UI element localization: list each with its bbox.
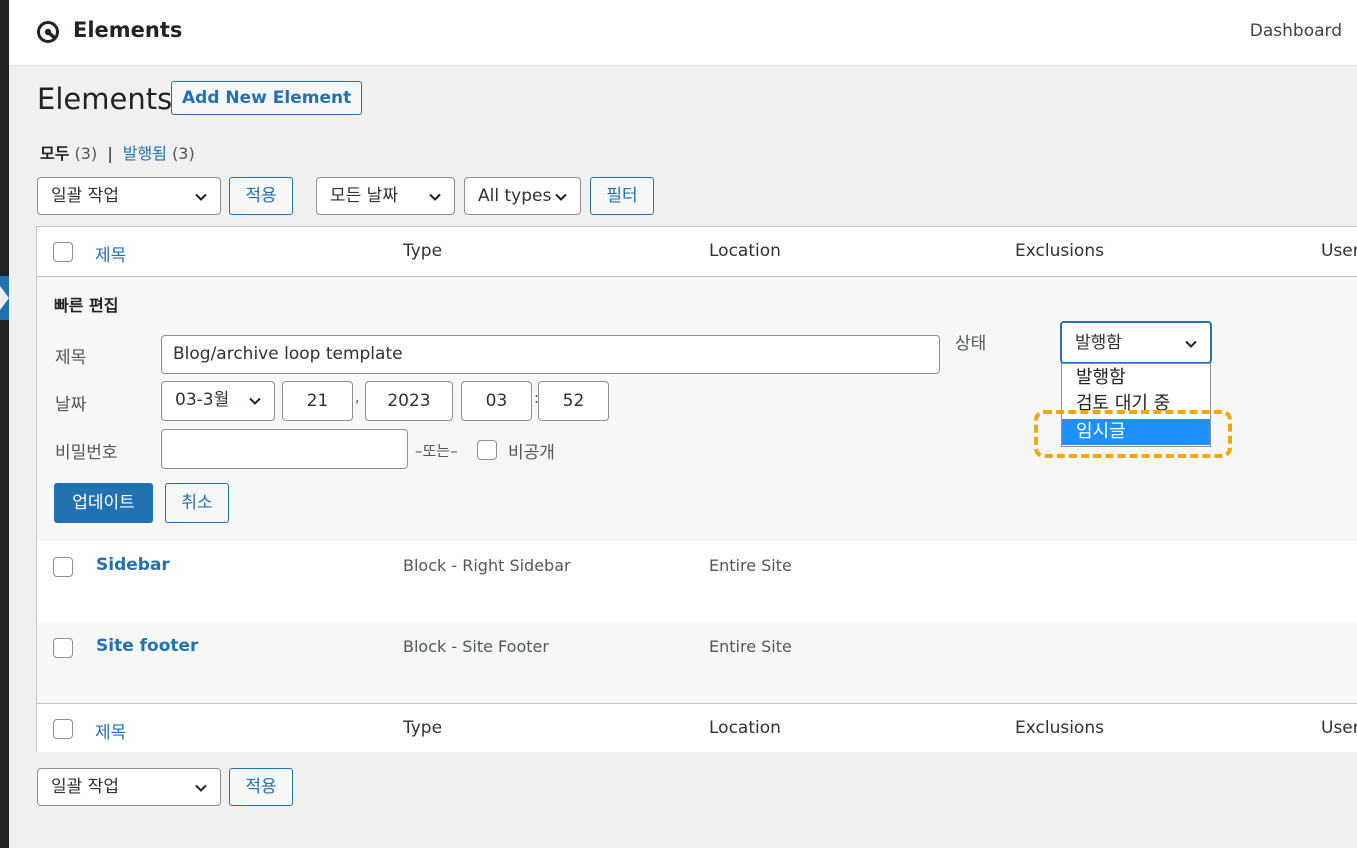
type-filter-select[interactable]: All types xyxy=(464,177,581,215)
row-checkbox[interactable] xyxy=(53,638,73,658)
app-title: Elements xyxy=(73,18,183,42)
title-label: 제목 xyxy=(55,348,87,368)
title-input[interactable]: Blog/archive loop template xyxy=(161,335,940,374)
row-checkbox[interactable] xyxy=(53,557,73,577)
page-title: Elements xyxy=(37,82,173,116)
chevron-down-icon xyxy=(429,193,441,201)
password-label: 비밀번호 xyxy=(55,443,118,463)
bulk-action-value-bottom: 일괄 작업 xyxy=(51,777,119,797)
hour-input[interactable]: 03 xyxy=(461,381,532,421)
filter-all-link[interactable]: 모두 xyxy=(40,144,69,163)
status-value: 발행함 xyxy=(1075,333,1122,353)
row-title-link[interactable]: Site footer xyxy=(96,636,198,656)
table-header: 제목 Type Location Exclusions Users xyxy=(37,227,1357,276)
row-type: Block - Right Sidebar xyxy=(403,556,571,575)
chevron-down-icon xyxy=(195,193,207,201)
status-label: 상태 xyxy=(955,334,987,354)
date-comma: , xyxy=(355,390,360,406)
bulk-action-select-bottom[interactable]: 일괄 작업 xyxy=(37,768,221,806)
generatepress-logo-icon xyxy=(37,21,59,43)
minute-input[interactable]: 52 xyxy=(538,381,609,421)
select-all-checkbox[interactable] xyxy=(53,242,73,262)
column-type: Type xyxy=(403,241,443,261)
select-all-checkbox-footer[interactable] xyxy=(53,719,73,739)
row-location: Entire Site xyxy=(709,556,792,575)
column-title-footer[interactable]: 제목 xyxy=(95,718,126,743)
chevron-down-icon xyxy=(195,784,207,792)
filter-separator: | xyxy=(107,144,113,163)
date-label: 날짜 xyxy=(55,395,87,415)
update-button[interactable]: 업데이트 xyxy=(54,483,153,523)
chevron-down-icon xyxy=(249,397,261,405)
bulk-action-value: 일괄 작업 xyxy=(51,186,119,206)
year-input[interactable]: 2023 xyxy=(365,381,453,421)
month-select[interactable]: 03-3월 xyxy=(161,381,275,421)
status-select[interactable]: 발행함 xyxy=(1060,321,1212,364)
row-type: Block - Site Footer xyxy=(403,637,549,656)
column-type-footer: Type xyxy=(403,718,443,738)
table-row: Site footer Block - Site Footer Entire S… xyxy=(37,622,1357,703)
filter-button[interactable]: 필터 xyxy=(590,177,654,215)
type-filter-value: All types xyxy=(478,186,552,206)
or-text: –또는– xyxy=(415,442,458,460)
bulk-action-select[interactable]: 일괄 작업 xyxy=(37,177,221,215)
elements-table: 제목 Type Location Exclusions Users 빠른 편집 … xyxy=(36,226,1357,752)
table-row: Sidebar Block - Right Sidebar Entire Sit… xyxy=(37,541,1357,622)
private-checkbox[interactable] xyxy=(477,440,497,460)
dashboard-link[interactable]: Dashboard xyxy=(1250,21,1342,41)
row-location: Entire Site xyxy=(709,637,792,656)
column-exclusions-footer: Exclusions xyxy=(1015,718,1104,738)
status-option-published[interactable]: 발행함 xyxy=(1062,365,1210,391)
column-users-footer: Users xyxy=(1321,718,1357,738)
row-title-link[interactable]: Sidebar xyxy=(96,555,170,575)
admin-menu-strip xyxy=(0,0,9,848)
quick-edit-heading: 빠른 편집 xyxy=(54,296,119,315)
filter-all-count: (3) xyxy=(74,144,98,163)
date-filter-value: 모든 날짜 xyxy=(330,186,398,206)
add-new-element-button[interactable]: Add New Element xyxy=(171,81,363,115)
cancel-button[interactable]: 취소 xyxy=(165,483,229,523)
column-title[interactable]: 제목 xyxy=(95,241,126,266)
private-label: 비공개 xyxy=(508,443,555,463)
day-input[interactable]: 21 xyxy=(282,381,353,421)
filter-published-count: (3) xyxy=(172,144,195,163)
active-menu-arrow xyxy=(0,286,9,310)
chevron-down-icon xyxy=(555,193,567,201)
password-input[interactable] xyxy=(161,429,408,469)
chevron-down-icon xyxy=(1185,340,1197,348)
column-location-footer: Location xyxy=(709,718,781,738)
month-value: 03-3월 xyxy=(175,390,230,410)
apply-button[interactable]: 적용 xyxy=(229,177,293,215)
date-filter-select[interactable]: 모든 날짜 xyxy=(316,177,455,215)
highlight-annotation xyxy=(1034,410,1232,458)
column-location: Location xyxy=(709,241,781,261)
filter-published-link[interactable]: 발행됨 xyxy=(123,144,167,163)
apply-button-bottom[interactable]: 적용 xyxy=(229,768,293,806)
column-exclusions: Exclusions xyxy=(1015,241,1104,261)
status-filter-links: 모두 (3) | 발행됨 (3) xyxy=(40,140,195,164)
table-footer: 제목 Type Location Exclusions Users xyxy=(37,703,1357,752)
column-users: Users xyxy=(1321,241,1357,261)
top-bar xyxy=(9,0,1357,66)
